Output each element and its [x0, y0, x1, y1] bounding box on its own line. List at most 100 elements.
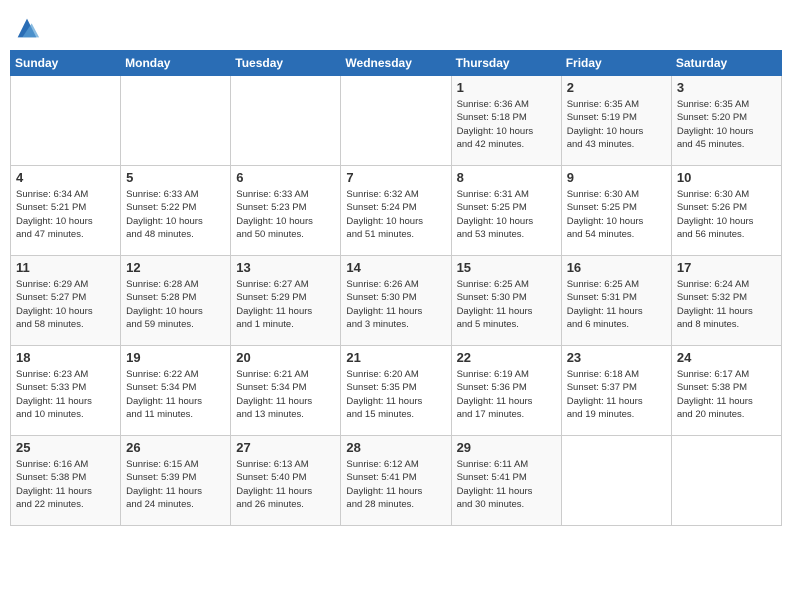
day-info: Sunrise: 6:20 AM Sunset: 5:35 PM Dayligh…	[346, 368, 445, 421]
day-cell	[121, 76, 231, 166]
day-info: Sunrise: 6:16 AM Sunset: 5:38 PM Dayligh…	[16, 458, 115, 511]
day-info: Sunrise: 6:21 AM Sunset: 5:34 PM Dayligh…	[236, 368, 335, 421]
day-info: Sunrise: 6:25 AM Sunset: 5:31 PM Dayligh…	[567, 278, 666, 331]
header-cell-saturday: Saturday	[671, 51, 781, 76]
day-number: 3	[677, 80, 776, 95]
day-number: 5	[126, 170, 225, 185]
day-info: Sunrise: 6:30 AM Sunset: 5:25 PM Dayligh…	[567, 188, 666, 241]
day-info: Sunrise: 6:12 AM Sunset: 5:41 PM Dayligh…	[346, 458, 445, 511]
header-cell-sunday: Sunday	[11, 51, 121, 76]
day-cell	[671, 436, 781, 526]
day-number: 2	[567, 80, 666, 95]
calendar-header: SundayMondayTuesdayWednesdayThursdayFrid…	[11, 51, 782, 76]
day-cell	[231, 76, 341, 166]
week-row-1: 1 Sunrise: 6:36 AM Sunset: 5:18 PM Daylig…	[11, 76, 782, 166]
day-number: 23	[567, 350, 666, 365]
header-cell-tuesday: Tuesday	[231, 51, 341, 76]
day-info: Sunrise: 6:27 AM Sunset: 5:29 PM Dayligh…	[236, 278, 335, 331]
day-number: 7	[346, 170, 445, 185]
day-info: Sunrise: 6:31 AM Sunset: 5:25 PM Dayligh…	[457, 188, 556, 241]
day-number: 25	[16, 440, 115, 455]
day-cell: 7 Sunrise: 6:32 AM Sunset: 5:24 PM Daylig…	[341, 166, 451, 256]
day-info: Sunrise: 6:25 AM Sunset: 5:30 PM Dayligh…	[457, 278, 556, 331]
day-info: Sunrise: 6:33 AM Sunset: 5:22 PM Dayligh…	[126, 188, 225, 241]
day-number: 27	[236, 440, 335, 455]
day-number: 6	[236, 170, 335, 185]
day-info: Sunrise: 6:11 AM Sunset: 5:41 PM Dayligh…	[457, 458, 556, 511]
day-number: 29	[457, 440, 556, 455]
week-row-3: 11Sunrise: 6:29 AM Sunset: 5:27 PM Dayli…	[11, 256, 782, 346]
header-cell-monday: Monday	[121, 51, 231, 76]
day-cell: 19 Sunrise: 6:22 AM Sunset: 5:34 PM Dayli…	[121, 346, 231, 436]
day-cell: 16 Sunrise: 6:25 AM Sunset: 5:31 PM Dayli…	[561, 256, 671, 346]
day-cell: 6 Sunrise: 6:33 AM Sunset: 5:23 PM Daylig…	[231, 166, 341, 256]
day-cell: 17Sunrise: 6:24 AM Sunset: 5:32 PM Dayli…	[671, 256, 781, 346]
day-info: Sunrise: 6:23 AM Sunset: 5:33 PM Dayligh…	[16, 368, 115, 421]
day-info: Sunrise: 6:13 AM Sunset: 5:40 PM Dayligh…	[236, 458, 335, 511]
day-cell	[561, 436, 671, 526]
day-cell: 29 Sunrise: 6:11 AM Sunset: 5:41 PM Dayli…	[451, 436, 561, 526]
logo-icon	[13, 14, 41, 42]
day-info: Sunrise: 6:30 AM Sunset: 5:26 PM Dayligh…	[677, 188, 776, 241]
day-cell: 15 Sunrise: 6:25 AM Sunset: 5:30 PM Dayli…	[451, 256, 561, 346]
header-row: SundayMondayTuesdayWednesdayThursdayFrid…	[11, 51, 782, 76]
day-info: Sunrise: 6:32 AM Sunset: 5:24 PM Dayligh…	[346, 188, 445, 241]
day-cell: 27 Sunrise: 6:13 AM Sunset: 5:40 PM Dayli…	[231, 436, 341, 526]
page-header	[10, 10, 782, 42]
day-cell: 12 Sunrise: 6:28 AM Sunset: 5:28 PM Dayli…	[121, 256, 231, 346]
day-cell	[11, 76, 121, 166]
calendar-table: SundayMondayTuesdayWednesdayThursdayFrid…	[10, 50, 782, 526]
day-number: 1	[457, 80, 556, 95]
day-info: Sunrise: 6:35 AM Sunset: 5:20 PM Dayligh…	[677, 98, 776, 151]
day-cell: 14 Sunrise: 6:26 AM Sunset: 5:30 PM Dayli…	[341, 256, 451, 346]
day-cell: 1 Sunrise: 6:36 AM Sunset: 5:18 PM Daylig…	[451, 76, 561, 166]
day-cell: 4 Sunrise: 6:34 AM Sunset: 5:21 PM Daylig…	[11, 166, 121, 256]
day-cell: 25 Sunrise: 6:16 AM Sunset: 5:38 PM Dayli…	[11, 436, 121, 526]
day-cell: 22 Sunrise: 6:19 AM Sunset: 5:36 PM Dayli…	[451, 346, 561, 436]
week-row-4: 18 Sunrise: 6:23 AM Sunset: 5:33 PM Dayli…	[11, 346, 782, 436]
day-info: Sunrise: 6:33 AM Sunset: 5:23 PM Dayligh…	[236, 188, 335, 241]
day-number: 28	[346, 440, 445, 455]
day-info: Sunrise: 6:17 AM Sunset: 5:38 PM Dayligh…	[677, 368, 776, 421]
day-number: 13	[236, 260, 335, 275]
logo	[10, 14, 41, 42]
day-info: Sunrise: 6:26 AM Sunset: 5:30 PM Dayligh…	[346, 278, 445, 331]
day-info: Sunrise: 6:28 AM Sunset: 5:28 PM Dayligh…	[126, 278, 225, 331]
day-cell: 13 Sunrise: 6:27 AM Sunset: 5:29 PM Dayli…	[231, 256, 341, 346]
day-number: 8	[457, 170, 556, 185]
day-cell: 18 Sunrise: 6:23 AM Sunset: 5:33 PM Dayli…	[11, 346, 121, 436]
day-info: Sunrise: 6:34 AM Sunset: 5:21 PM Dayligh…	[16, 188, 115, 241]
day-cell: 26 Sunrise: 6:15 AM Sunset: 5:39 PM Dayli…	[121, 436, 231, 526]
week-row-5: 25 Sunrise: 6:16 AM Sunset: 5:38 PM Dayli…	[11, 436, 782, 526]
day-cell: 8 Sunrise: 6:31 AM Sunset: 5:25 PM Daylig…	[451, 166, 561, 256]
day-number: 20	[236, 350, 335, 365]
day-number: 22	[457, 350, 556, 365]
day-cell	[341, 76, 451, 166]
day-cell: 21Sunrise: 6:20 AM Sunset: 5:35 PM Dayli…	[341, 346, 451, 436]
day-number: 16	[567, 260, 666, 275]
header-cell-wednesday: Wednesday	[341, 51, 451, 76]
day-number: 17	[677, 260, 776, 275]
day-number: 26	[126, 440, 225, 455]
day-number: 15	[457, 260, 556, 275]
day-info: Sunrise: 6:29 AM Sunset: 5:27 PM Dayligh…	[16, 278, 115, 331]
day-cell: 23Sunrise: 6:18 AM Sunset: 5:37 PM Dayli…	[561, 346, 671, 436]
day-cell: 10 Sunrise: 6:30 AM Sunset: 5:26 PM Dayli…	[671, 166, 781, 256]
day-number: 9	[567, 170, 666, 185]
day-number: 18	[16, 350, 115, 365]
day-info: Sunrise: 6:19 AM Sunset: 5:36 PM Dayligh…	[457, 368, 556, 421]
day-number: 24	[677, 350, 776, 365]
day-number: 12	[126, 260, 225, 275]
day-cell: 5 Sunrise: 6:33 AM Sunset: 5:22 PM Daylig…	[121, 166, 231, 256]
day-info: Sunrise: 6:15 AM Sunset: 5:39 PM Dayligh…	[126, 458, 225, 511]
day-number: 14	[346, 260, 445, 275]
day-number: 4	[16, 170, 115, 185]
day-cell: 2Sunrise: 6:35 AM Sunset: 5:19 PM Daylig…	[561, 76, 671, 166]
day-cell: 9 Sunrise: 6:30 AM Sunset: 5:25 PM Daylig…	[561, 166, 671, 256]
header-cell-friday: Friday	[561, 51, 671, 76]
day-number: 10	[677, 170, 776, 185]
day-info: Sunrise: 6:36 AM Sunset: 5:18 PM Dayligh…	[457, 98, 556, 151]
day-info: Sunrise: 6:22 AM Sunset: 5:34 PM Dayligh…	[126, 368, 225, 421]
day-number: 19	[126, 350, 225, 365]
day-cell: 3 Sunrise: 6:35 AM Sunset: 5:20 PM Daylig…	[671, 76, 781, 166]
